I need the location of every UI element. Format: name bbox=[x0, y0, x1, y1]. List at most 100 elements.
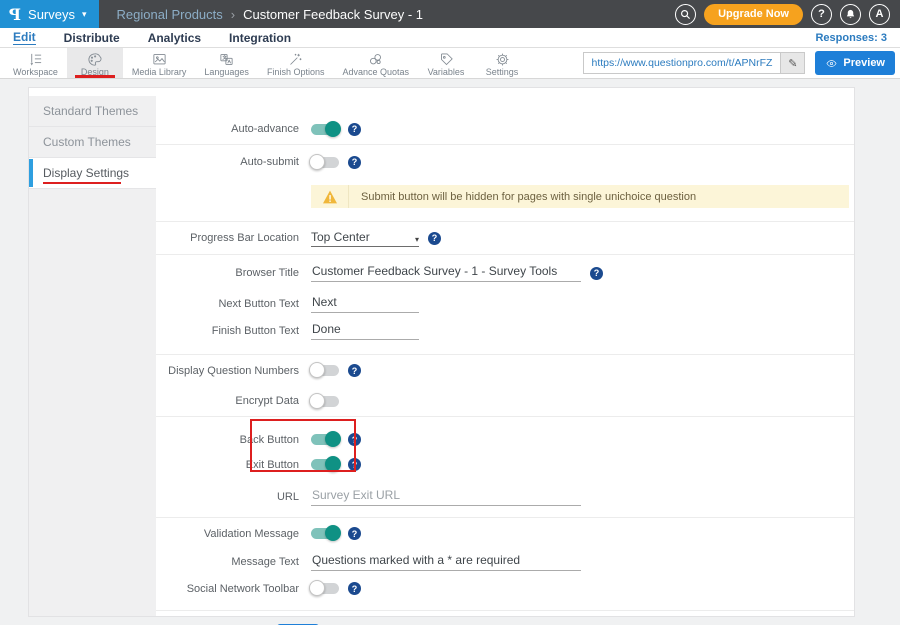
validation-message-toggle[interactable] bbox=[311, 528, 339, 539]
divider bbox=[156, 610, 854, 611]
warning-icon bbox=[322, 190, 338, 204]
nav-edit[interactable]: Edit bbox=[13, 30, 36, 45]
svg-text:A: A bbox=[228, 59, 232, 64]
progress-bar-row: Progress Bar Location Top Center ▾ ? bbox=[156, 222, 854, 254]
sidebar-item-label: Custom Themes bbox=[43, 135, 131, 149]
message-text-input[interactable] bbox=[311, 553, 581, 571]
sidebar-item-standard-themes[interactable]: Standard Themes bbox=[29, 96, 156, 127]
help-icon[interactable]: ? bbox=[348, 123, 361, 136]
help-icon[interactable]: ? bbox=[348, 364, 361, 377]
auto-submit-toggle[interactable] bbox=[311, 157, 339, 168]
toggle-knob bbox=[325, 121, 341, 137]
finish-button-text-label: Finish Button Text bbox=[156, 325, 299, 337]
sidebar-item-custom-themes[interactable]: Custom Themes bbox=[29, 127, 156, 158]
next-button-text-row: Next Button Text bbox=[156, 291, 854, 317]
surveys-menu[interactable]: P Surveys ▾ bbox=[0, 0, 99, 28]
finish-button-text-input[interactable] bbox=[311, 322, 419, 340]
toggle-knob bbox=[309, 362, 325, 378]
languages-icon: 文A bbox=[218, 52, 235, 67]
tool-variables[interactable]: Variables bbox=[418, 48, 474, 78]
display-settings-form: Auto-advance ? Auto-submit ? Submit butt… bbox=[156, 88, 854, 616]
breadcrumb-folder[interactable]: Regional Products bbox=[117, 7, 223, 22]
tool-media-library[interactable]: Media Library bbox=[123, 48, 196, 78]
help-icon[interactable]: ? bbox=[348, 156, 361, 169]
social-network-toolbar-row: Social Network Toolbar ? bbox=[156, 575, 854, 602]
social-network-toolbar-label: Social Network Toolbar bbox=[156, 583, 299, 595]
toggle-knob bbox=[309, 580, 325, 596]
bell-icon bbox=[845, 9, 856, 20]
sidebar-item-label: Display Settings bbox=[43, 166, 129, 180]
advance-quotas-icon bbox=[367, 52, 384, 67]
tool-design[interactable]: Design bbox=[67, 48, 123, 78]
finish-options-icon bbox=[287, 52, 304, 67]
nav-integration[interactable]: Integration bbox=[229, 31, 291, 45]
social-network-toolbar-toggle[interactable] bbox=[311, 583, 339, 594]
finish-button-text-row: Finish Button Text bbox=[156, 317, 854, 345]
warning-icon-cell bbox=[311, 185, 349, 208]
toggle-knob bbox=[309, 393, 325, 409]
design-sidebar: Standard Themes Custom Themes Display Se… bbox=[29, 88, 156, 616]
message-text-label: Message Text bbox=[156, 556, 299, 568]
tool-languages[interactable]: 文A Languages bbox=[195, 48, 258, 78]
help-icon[interactable]: ? bbox=[348, 582, 361, 595]
upgrade-now-button[interactable]: Upgrade Now bbox=[704, 4, 803, 25]
back-button-toggle[interactable] bbox=[311, 434, 339, 445]
chevron-down-icon: ▾ bbox=[82, 9, 87, 20]
search-button[interactable] bbox=[675, 4, 696, 25]
help-icon[interactable]: ? bbox=[428, 232, 441, 245]
encrypt-data-toggle[interactable] bbox=[311, 396, 339, 407]
topbar: P Surveys ▾ Regional Products › Customer… bbox=[0, 0, 900, 28]
preview-button[interactable]: Preview bbox=[815, 51, 895, 75]
search-icon bbox=[680, 9, 691, 20]
help-button[interactable]: ? bbox=[811, 4, 832, 25]
validation-message-label: Validation Message bbox=[156, 528, 299, 540]
auto-advance-toggle[interactable] bbox=[311, 124, 339, 135]
survey-url[interactable]: https://www.questionpro.com/t/APNrFZ bbox=[584, 57, 781, 69]
exit-url-row: URL bbox=[156, 483, 854, 511]
tool-finish-options[interactable]: Finish Options bbox=[258, 48, 334, 78]
progress-bar-location-select[interactable]: Top Center ▾ bbox=[311, 230, 419, 247]
browser-title-input[interactable] bbox=[311, 264, 581, 282]
help-icon[interactable]: ? bbox=[348, 433, 361, 446]
tool-label: Languages bbox=[204, 67, 249, 77]
help-icon[interactable]: ? bbox=[348, 527, 361, 540]
questionpro-logo: P bbox=[9, 5, 21, 24]
tool-advance-quotas[interactable]: Advance Quotas bbox=[333, 48, 418, 78]
svg-text:文: 文 bbox=[223, 54, 228, 61]
tool-settings[interactable]: Settings bbox=[474, 48, 530, 78]
breadcrumb-survey-name: Customer Feedback Survey - 1 bbox=[243, 7, 423, 22]
settings-icon bbox=[494, 52, 511, 67]
workspace-icon bbox=[27, 52, 44, 67]
breadcrumb: Regional Products › Customer Feedback Su… bbox=[117, 7, 423, 22]
help-icon[interactable]: ? bbox=[590, 267, 603, 280]
help-icon[interactable]: ? bbox=[348, 458, 361, 471]
display-question-numbers-toggle[interactable] bbox=[311, 365, 339, 376]
tool-label: Variables bbox=[428, 67, 465, 77]
tool-label: Advance Quotas bbox=[342, 67, 409, 77]
design-sidebar-list: Standard Themes Custom Themes Display Se… bbox=[29, 96, 156, 616]
chevron-down-icon: ▾ bbox=[415, 235, 419, 244]
breadcrumb-separator: › bbox=[231, 7, 235, 22]
nav-distribute[interactable]: Distribute bbox=[64, 31, 120, 45]
notifications-button[interactable] bbox=[840, 4, 861, 25]
encrypt-data-row: Encrypt Data bbox=[156, 386, 854, 416]
toolbar-right: https://www.questionpro.com/t/APNrFZ ✎ P… bbox=[583, 48, 900, 78]
auto-advance-label: Auto-advance bbox=[156, 123, 299, 135]
next-button-text-input[interactable] bbox=[311, 295, 419, 313]
exit-url-input[interactable] bbox=[311, 488, 581, 506]
edit-toolbar: Workspace Design Media Library 文A Langua… bbox=[0, 48, 900, 79]
tool-workspace[interactable]: Workspace bbox=[4, 48, 67, 78]
auto-submit-label: Auto-submit bbox=[156, 156, 299, 168]
responses-count[interactable]: Responses: 3 bbox=[815, 32, 887, 44]
sidebar-item-display-settings[interactable]: Display Settings bbox=[29, 158, 156, 189]
toggle-knob bbox=[325, 431, 341, 447]
account-button[interactable]: A bbox=[869, 4, 890, 25]
exit-button-toggle[interactable] bbox=[311, 459, 339, 470]
eye-icon bbox=[825, 58, 838, 69]
edit-url-button[interactable]: ✎ bbox=[780, 53, 804, 73]
main-nav: Edit Distribute Analytics Integration Re… bbox=[0, 28, 900, 48]
nav-analytics[interactable]: Analytics bbox=[148, 31, 201, 45]
browser-title-row: Browser Title ? bbox=[156, 255, 854, 291]
selected-option: Top Center bbox=[311, 230, 370, 244]
design-panel: Standard Themes Custom Themes Display Se… bbox=[28, 87, 855, 617]
